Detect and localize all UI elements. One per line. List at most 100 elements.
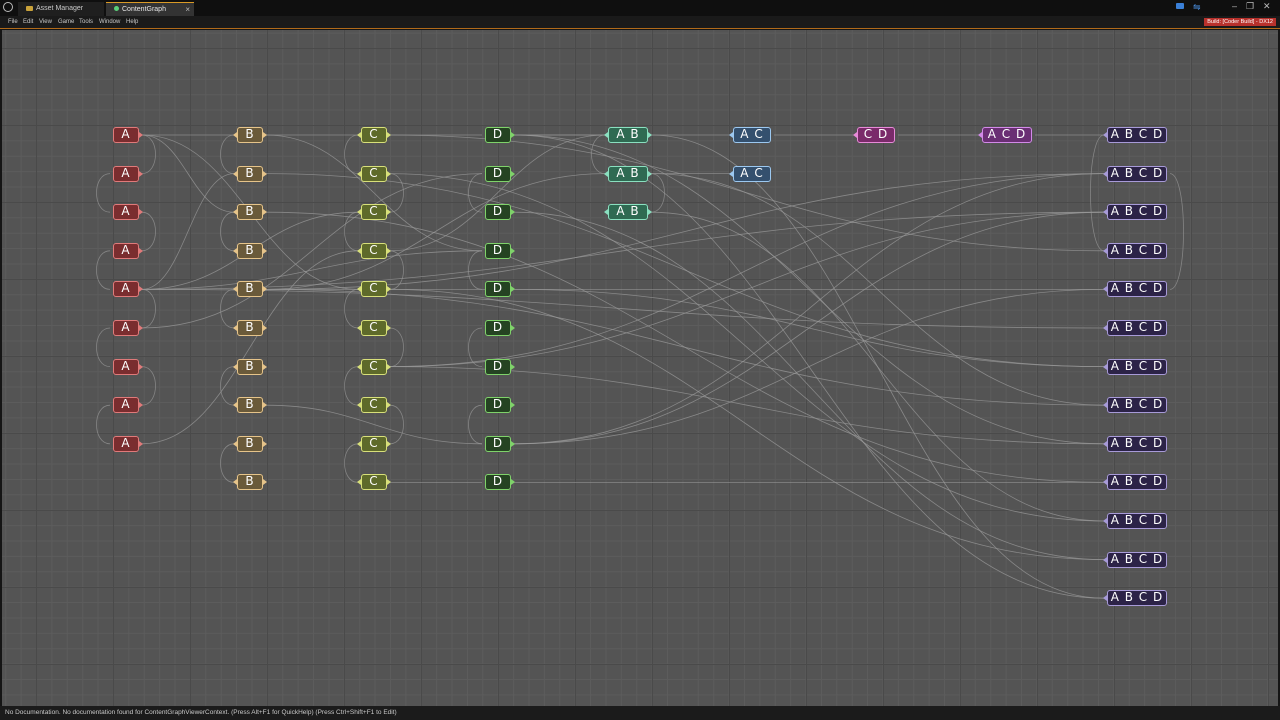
graph-node-b[interactable]: B [233,165,267,182]
graph-node-abcd[interactable]: A B C D [1103,397,1167,414]
output-pin-icon[interactable] [263,209,267,216]
graph-node-c[interactable]: C [357,320,391,336]
graph-node-b[interactable]: B [233,242,267,259]
graph-node-a[interactable]: A [113,435,143,452]
output-pin-icon[interactable] [387,402,391,409]
close-window-button[interactable]: ✕ [1263,1,1271,12]
graph-node-d[interactable]: D [485,397,515,414]
output-pin-icon[interactable] [511,363,515,370]
output-pin-icon[interactable] [511,247,515,254]
graph-node-c[interactable]: C [357,435,391,452]
graph-node-b[interactable]: B [233,397,267,414]
output-pin-icon[interactable] [139,247,143,254]
input-pin-icon[interactable] [1103,440,1107,447]
input-pin-icon[interactable] [1103,518,1107,524]
menu-tools[interactable]: Tools [79,16,93,29]
menu-file[interactable]: File [8,16,18,29]
graph-node-d[interactable]: D [485,204,515,221]
graph-canvas[interactable]: A A A A A A A A A B B B B B B B B B B C C C C C C C C C C D D D D D D D D D D A… [2,30,1278,706]
output-pin-icon[interactable] [511,132,515,138]
output-pin-icon[interactable] [387,440,391,447]
graph-node-c[interactable]: C [357,204,391,221]
input-pin-icon[interactable] [978,132,982,138]
graph-node-abcd[interactable]: A B C D [1103,474,1167,491]
output-pin-icon[interactable] [648,132,652,138]
graph-node-c[interactable]: C [357,397,391,414]
graph-node-abcd[interactable]: A B C D [1103,358,1167,375]
graph-node-abcd[interactable]: A B C D [1103,204,1167,221]
graph-node-a[interactable]: A [113,127,143,143]
graph-node-ab[interactable]: A B [604,127,652,143]
input-pin-icon[interactable] [357,479,361,486]
graph-node-ab[interactable]: A B [604,165,652,182]
tab-content-graph[interactable]: ContentGraph × [106,2,194,16]
output-pin-icon[interactable] [139,286,143,293]
input-pin-icon[interactable] [1103,286,1107,293]
maximize-button[interactable]: ❐ [1246,1,1254,12]
input-pin-icon[interactable] [233,247,237,254]
graph-node-b[interactable]: B [233,474,267,491]
graph-node-ab[interactable]: A B [604,204,652,221]
output-pin-icon[interactable] [387,479,391,486]
engine-logo-icon[interactable] [3,2,13,12]
graph-node-a[interactable]: A [113,165,143,182]
output-pin-icon[interactable] [139,363,143,370]
graph-node-d[interactable]: D [485,474,515,491]
tab-close-icon[interactable]: × [185,3,190,17]
input-pin-icon[interactable] [1103,363,1107,370]
graph-node-d[interactable]: D [485,242,515,259]
output-pin-icon[interactable] [139,132,143,138]
input-pin-icon[interactable] [1103,132,1107,138]
input-pin-icon[interactable] [233,170,237,177]
input-pin-icon[interactable] [1103,209,1107,216]
output-pin-icon[interactable] [263,170,267,177]
input-pin-icon[interactable] [1103,325,1107,331]
input-pin-icon[interactable] [729,170,733,177]
input-pin-icon[interactable] [1103,479,1107,486]
output-pin-icon[interactable] [139,170,143,177]
output-pin-icon[interactable] [511,286,515,293]
input-pin-icon[interactable] [233,402,237,409]
menu-view[interactable]: View [39,16,52,29]
output-pin-icon[interactable] [387,363,391,370]
input-pin-icon[interactable] [233,363,237,370]
output-pin-icon[interactable] [648,170,652,177]
input-pin-icon[interactable] [1103,402,1107,409]
input-pin-icon[interactable] [357,363,361,370]
output-pin-icon[interactable] [648,209,652,216]
input-pin-icon[interactable] [357,247,361,254]
input-pin-icon[interactable] [604,170,608,177]
graph-node-b[interactable]: B [233,358,267,375]
output-pin-icon[interactable] [263,440,267,447]
graph-node-b[interactable]: B [233,281,267,298]
graph-node-a[interactable]: A [113,320,143,336]
output-pin-icon[interactable] [263,247,267,254]
graph-node-b[interactable]: B [233,204,267,221]
graph-node-abcd[interactable]: A B C D [1103,590,1167,607]
graph-node-abcd[interactable]: A B C D [1103,551,1167,568]
notification-icon[interactable] [1176,3,1184,9]
graph-node-c[interactable]: C [357,281,391,298]
input-pin-icon[interactable] [1103,247,1107,254]
graph-node-d[interactable]: D [485,435,515,452]
output-pin-icon[interactable] [263,363,267,370]
input-pin-icon[interactable] [604,209,608,216]
output-pin-icon[interactable] [511,479,515,486]
output-pin-icon[interactable] [511,209,515,216]
output-pin-icon[interactable] [387,170,391,177]
tab-asset-manager[interactable]: Asset Manager [18,2,104,16]
input-pin-icon[interactable] [357,325,361,331]
input-pin-icon[interactable] [233,479,237,486]
menu-game[interactable]: Game [58,16,74,29]
graph-node-acd[interactable]: A C D [978,127,1032,143]
menu-edit[interactable]: Edit [23,16,33,29]
graph-node-a[interactable]: A [113,242,143,259]
input-pin-icon[interactable] [357,286,361,293]
output-pin-icon[interactable] [387,325,391,331]
graph-node-d[interactable]: D [485,165,515,182]
output-pin-icon[interactable] [263,325,267,331]
output-pin-icon[interactable] [263,286,267,293]
output-pin-icon[interactable] [387,247,391,254]
menu-window[interactable]: Window [99,16,120,29]
output-pin-icon[interactable] [511,325,515,331]
